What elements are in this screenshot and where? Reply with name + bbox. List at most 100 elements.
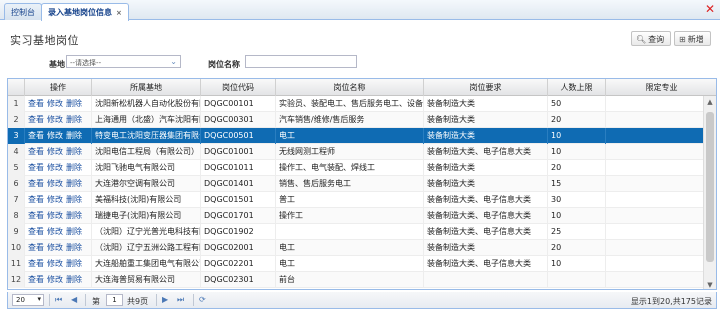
view-link[interactable]: 查看 — [28, 195, 44, 204]
pager-separator — [193, 294, 194, 306]
scroll-up-icon[interactable]: ▲ — [704, 96, 716, 108]
cell-major — [606, 112, 704, 128]
edit-link[interactable]: 修改 — [47, 147, 63, 156]
row-ops: 查看 修改 删除 — [25, 96, 92, 112]
view-link[interactable]: 查看 — [28, 211, 44, 220]
col-header-major[interactable]: 限定专业 — [606, 79, 716, 96]
view-link[interactable]: 查看 — [28, 131, 44, 140]
add-button-label: 新增 — [687, 35, 704, 44]
tab-close-icon[interactable]: × — [116, 9, 122, 17]
base-select[interactable]: --请选择-- ⌄ — [66, 55, 181, 68]
table-row[interactable]: 9查看修改删除（沈阳）辽宁光普光电科技有限公DQGC01902装备制造大类、电子… — [8, 224, 704, 240]
cell-major — [606, 208, 704, 224]
table-row[interactable]: 2查看修改删除上海通用（北盛）汽车沈阳有限公DQGC00301汽车销售/维修/售… — [8, 112, 704, 128]
next-page-icon[interactable]: ▶ — [162, 295, 168, 304]
first-page-icon[interactable]: ⏮ — [55, 295, 62, 305]
edit-link[interactable]: 修改 — [47, 211, 63, 220]
edit-link[interactable]: 修改 — [47, 227, 63, 236]
edit-link[interactable]: 修改 — [47, 243, 63, 252]
scroll-down-icon[interactable]: ▼ — [704, 279, 716, 289]
delete-link[interactable]: 删除 — [66, 243, 82, 252]
edit-link[interactable]: 修改 — [47, 195, 63, 204]
table-row[interactable]: 12 查看 修改 删除 大连海普贸易有限公司 DQGC02301 前台 — [8, 272, 704, 288]
delete-link[interactable]: 删除 — [66, 211, 82, 220]
post-name-input[interactable] — [245, 55, 357, 68]
cell-major — [606, 144, 704, 160]
view-link[interactable]: 查看 — [28, 99, 44, 108]
delete-link[interactable]: 删除 — [66, 227, 82, 236]
grid-body: 1查看修改删除沈阳新松机器人自动化股份有限公DQGC00101实验员、装配电工、… — [8, 96, 716, 289]
table-row[interactable]: 4 查看 修改 删除 沈阳电信工程局（有限公司） DQGC01001 无线网测工程师 装备制造… — [8, 144, 704, 160]
page-number-input[interactable]: 1 — [106, 294, 123, 306]
table-row[interactable]: 8 查看 修改 删除 瑞捷电子(沈阳)有限公司 DQGC01701 操作工 装备制造大类、电子… — [8, 208, 704, 224]
cell-major — [606, 160, 704, 176]
col-header-code[interactable]: 岗位代码 — [201, 79, 276, 96]
cell-base: 上海通用（北盛）汽车沈阳有限公 — [92, 112, 201, 128]
view-link[interactable]: 查看 — [28, 275, 44, 284]
table-row[interactable]: 1查看修改删除沈阳新松机器人自动化股份有限公DQGC00101实验员、装配电工、… — [8, 96, 704, 112]
edit-link[interactable]: 修改 — [47, 163, 63, 172]
delete-link[interactable]: 删除 — [66, 131, 82, 140]
row-number: 7 — [8, 192, 25, 208]
cell-code: DQGC01001 — [201, 144, 276, 160]
delete-link[interactable]: 删除 — [66, 275, 82, 284]
edit-link[interactable]: 修改 — [47, 275, 63, 284]
cell-requirement: 装备制造大类、电子信息大类 — [424, 224, 548, 240]
cell-requirement: 装备制造大类 — [424, 128, 548, 144]
table-row[interactable]: 5 查看 修改 删除 沈阳飞驰电气有限公司 DQGC01011 操作工、电气装配、焊线工 装备… — [8, 160, 704, 176]
col-header-name[interactable]: 岗位名称 — [276, 79, 424, 96]
tab-console[interactable]: 控制台 — [4, 3, 42, 20]
chevron-down-icon: ▾ — [37, 295, 41, 303]
view-link[interactable]: 查看 — [28, 227, 44, 236]
cell-base: 大连港尔空调有限公司 — [92, 176, 201, 192]
edit-link[interactable]: 修改 — [47, 99, 63, 108]
view-link[interactable]: 查看 — [28, 259, 44, 268]
col-header-requirement[interactable]: 岗位要求 — [424, 79, 548, 96]
view-link[interactable]: 查看 — [28, 163, 44, 172]
view-link[interactable]: 查看 — [28, 179, 44, 188]
tab-record-base-post[interactable]: 录入基地岗位信息 × — [41, 3, 129, 21]
prev-page-icon[interactable]: ◀ — [71, 295, 77, 304]
cell-requirement: 装备制造大类、电子信息大类 — [424, 256, 548, 272]
post-grid: 操作 所属基地 岗位代码 岗位名称 岗位要求 人数上限 限定专业 1 查看 修改 删除… — [7, 78, 717, 290]
edit-link[interactable]: 修改 — [47, 115, 63, 124]
delete-link[interactable]: 删除 — [66, 147, 82, 156]
page-size-select[interactable]: 20 ▾ — [12, 294, 44, 306]
col-header-base[interactable]: 所属基地 — [92, 79, 201, 96]
cell-requirement: 装备制造大类 — [424, 96, 548, 112]
cell-major — [606, 192, 704, 208]
refresh-icon[interactable]: ⟳ — [199, 295, 206, 304]
view-link[interactable]: 查看 — [28, 243, 44, 252]
edit-link[interactable]: 修改 — [47, 131, 63, 140]
delete-link[interactable]: 删除 — [66, 195, 82, 204]
delete-link[interactable]: 删除 — [66, 163, 82, 172]
col-header-limit[interactable]: 人数上限 — [548, 79, 606, 96]
vertical-scrollbar[interactable]: ▲ ▼ — [703, 96, 716, 289]
edit-link[interactable]: 修改 — [47, 259, 63, 268]
cell-limit: 30 — [548, 192, 606, 208]
row-ops: 查看 修改 删除 — [25, 224, 92, 240]
delete-link[interactable]: 删除 — [66, 99, 82, 108]
scrollbar-thumb[interactable] — [706, 112, 714, 262]
table-row[interactable]: 10查看修改删除（沈阳）辽宁五洲公路工程有限公DQGC02001电工装备制造大类… — [8, 240, 704, 256]
pager-separator — [85, 294, 86, 306]
view-link[interactable]: 查看 — [28, 147, 44, 156]
edit-link[interactable]: 修改 — [47, 179, 63, 188]
close-icon[interactable]: ✕ — [704, 3, 716, 15]
add-button[interactable]: ⊞ 新增 — [674, 31, 711, 46]
cell-code: DQGC01902 — [201, 224, 276, 240]
table-row[interactable]: 11 查看 修改 删除 大连船舶重工集团电气有限公司 DQGC02201 电工 装备制造大类、… — [8, 256, 704, 272]
page-title: 实习基地岗位 — [10, 34, 79, 47]
search-button[interactable]: 🔍︎ 查询 — [631, 31, 672, 46]
table-row[interactable]: 6 查看 修改 删除 大连港尔空调有限公司 DQGC01401 销售、售后服务电工 装备制造大… — [8, 176, 704, 192]
delete-link[interactable]: 删除 — [66, 259, 82, 268]
row-ops: 查看 修改 删除 — [25, 176, 92, 192]
table-row[interactable]: 3查看修改删除特变电工沈阳变压器集团有限公司DQGC00501电工装备制造大类1… — [8, 128, 704, 144]
last-page-icon[interactable]: ⏭ — [177, 295, 184, 305]
delete-link[interactable]: 删除 — [66, 179, 82, 188]
cell-requirement: 装备制造大类、电子信息大类 — [424, 192, 548, 208]
view-link[interactable]: 查看 — [28, 115, 44, 124]
table-row[interactable]: 7 查看 修改 删除 美福科技(沈阳)有限公司 DQGC01501 普工 装备制造大类、电子信… — [8, 192, 704, 208]
delete-link[interactable]: 删除 — [66, 115, 82, 124]
row-number: 12 — [8, 272, 25, 288]
